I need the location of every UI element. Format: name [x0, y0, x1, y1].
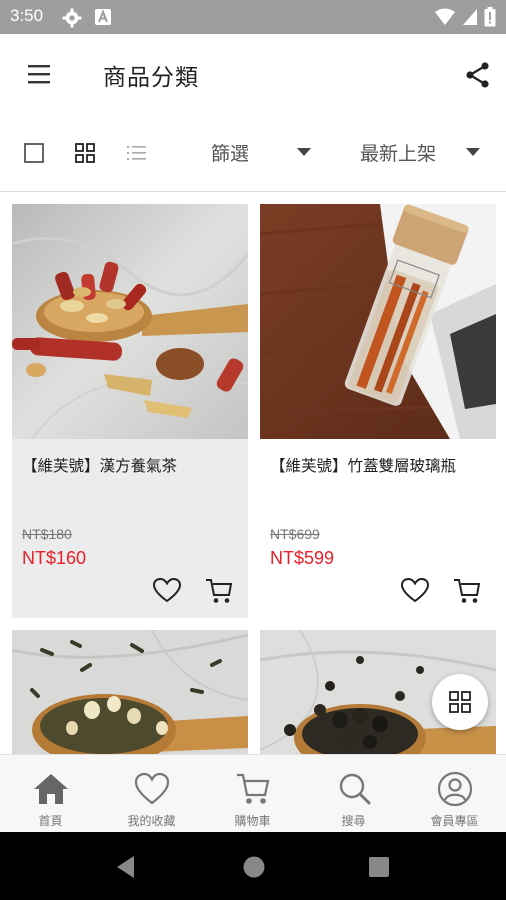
search-icon	[339, 773, 371, 805]
cart-icon	[237, 773, 270, 804]
heart-icon	[134, 772, 170, 805]
grid-view-icon[interactable]	[75, 143, 95, 163]
heart-icon[interactable]	[152, 576, 182, 606]
nav-label: 我的收藏	[127, 814, 176, 828]
nav-label: 購物車	[234, 814, 271, 828]
product-image[interactable]	[260, 204, 496, 439]
product-card[interactable]: 【維芙號】竹蓋雙層玻璃瓶 NT$699 NT$599	[260, 204, 496, 618]
category-fab-button[interactable]	[432, 674, 488, 730]
filter-chevron-down-icon[interactable]	[297, 148, 311, 156]
list-view-icon[interactable]	[127, 144, 147, 162]
filter-toolbar: 篩選 最新上架	[0, 116, 506, 192]
home-icon	[34, 774, 68, 804]
page-title: 商品分類	[103, 65, 199, 91]
home-button-icon[interactable]	[242, 855, 266, 879]
wifi-icon	[435, 8, 455, 25]
user-icon	[437, 771, 473, 807]
add-to-cart-icon[interactable]	[452, 576, 482, 606]
add-to-cart-icon[interactable]	[204, 576, 234, 606]
settings-icon	[62, 8, 82, 28]
sort-chevron-down-icon[interactable]	[466, 148, 480, 156]
nav-item-home[interactable]: 首頁	[0, 755, 101, 833]
heart-icon[interactable]	[400, 576, 430, 606]
nav-item-member[interactable]: 會員專區	[404, 755, 505, 833]
system-navigation-bar	[0, 832, 506, 900]
sale-price: NT$160	[22, 548, 87, 568]
battery-icon	[484, 7, 496, 27]
original-price: NT$699	[270, 526, 320, 542]
original-price: NT$180	[22, 526, 72, 542]
nav-label: 搜尋	[341, 814, 366, 828]
product-name[interactable]: 【維芙號】漢方養氣茶	[22, 454, 177, 476]
menu-icon[interactable]	[27, 63, 53, 85]
bottom-navigation: 首頁 我的收藏 購物車 搜尋 會員專區	[0, 754, 506, 832]
font-icon	[95, 9, 111, 25]
signal-icon	[463, 9, 477, 25]
nav-label: 首頁	[38, 814, 63, 828]
status-time: 3:50	[10, 6, 44, 25]
product-image[interactable]	[12, 630, 248, 754]
nav-item-search[interactable]: 搜尋	[303, 755, 404, 833]
sale-price: NT$599	[270, 548, 335, 568]
single-column-view-icon[interactable]	[24, 143, 44, 163]
nav-item-favorites[interactable]: 我的收藏	[101, 755, 202, 833]
app-bar: 商品分類	[0, 34, 506, 116]
back-icon[interactable]	[114, 854, 138, 880]
sort-dropdown[interactable]: 最新上架	[360, 139, 436, 166]
nav-item-cart[interactable]: 購物車	[202, 755, 303, 833]
nav-label: 會員專區	[430, 814, 479, 828]
grid-icon	[449, 691, 471, 713]
product-name[interactable]: 【維芙號】竹蓋雙層玻璃瓶	[270, 454, 456, 476]
product-image[interactable]	[12, 204, 248, 439]
product-grid: 【維芙號】漢方養氣茶 NT$180 NT$160 【維芙號】竹蓋雙層玻璃瓶 NT…	[0, 192, 506, 754]
product-card[interactable]	[12, 630, 248, 754]
filter-dropdown[interactable]: 篩選	[211, 139, 249, 166]
product-card[interactable]: 【維芙號】漢方養氣茶 NT$180 NT$160	[12, 204, 248, 618]
status-bar: 3:50	[0, 0, 506, 34]
recents-icon[interactable]	[368, 856, 390, 878]
share-icon[interactable]	[465, 61, 491, 89]
